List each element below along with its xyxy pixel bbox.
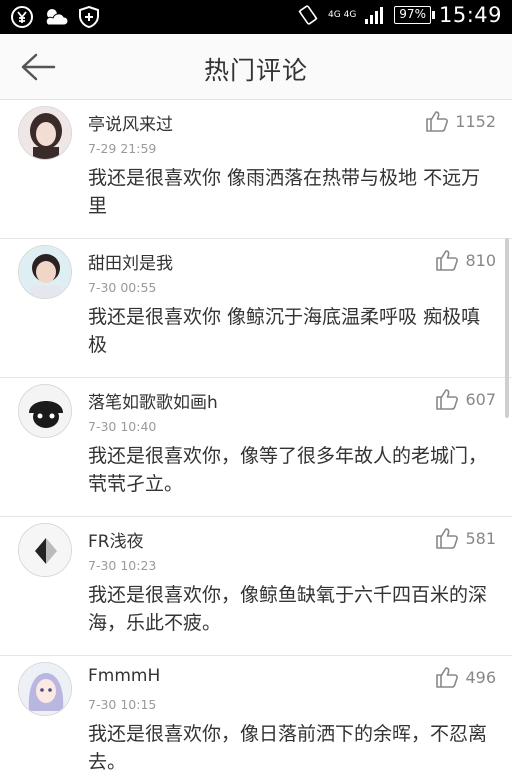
username[interactable]: FR浅夜 <box>88 527 144 552</box>
username[interactable]: 甜田刘是我 <box>88 249 173 274</box>
like-button[interactable]: 607 <box>435 388 496 410</box>
like-count: 496 <box>465 667 496 687</box>
like-count: 1152 <box>455 111 496 131</box>
thumbs-up-icon <box>436 389 459 410</box>
battery-indicator: 97% <box>394 6 435 24</box>
avatar[interactable] <box>18 384 72 438</box>
currency-icon <box>11 6 33 28</box>
comment-item: FR浅夜 7-30 10:23 581 我还是很喜欢你，像鲸鱼缺氧于六千四百米的… <box>0 517 512 656</box>
signal-icon <box>365 7 384 24</box>
like-button[interactable]: 810 <box>435 249 496 271</box>
timestamp: 7-29 21:59 <box>88 141 157 156</box>
avatar[interactable] <box>18 106 72 160</box>
comment-list: 亭说风来过 7-29 21:59 1152 我还是很喜欢你 像雨洒落在热带与极地… <box>0 100 512 780</box>
scrollbar[interactable] <box>505 238 509 418</box>
thumbs-up-icon <box>436 250 459 271</box>
username[interactable]: FmmmH <box>88 666 160 686</box>
comment-item: 落笔如歌歌如画h 7-30 10:40 607 我还是很喜欢你，像等了很多年故人… <box>0 378 512 517</box>
like-count: 810 <box>465 250 496 270</box>
app-header: 热门评论 <box>0 34 512 100</box>
status-icons-left <box>10 5 100 29</box>
like-count: 581 <box>465 528 496 548</box>
like-count: 607 <box>465 389 496 409</box>
status-icons-right: 4G 4G 97% 15:49 <box>296 3 502 27</box>
weather-icon <box>45 9 69 26</box>
comment-text: 我还是很喜欢你，像鲸鱼缺氧于六千四百米的深海，乐此不疲。 <box>88 584 488 634</box>
like-button[interactable]: 496 <box>435 666 496 688</box>
network-label: 4G 4G <box>328 10 357 20</box>
like-button[interactable]: 581 <box>435 527 496 549</box>
clock: 15:49 <box>438 3 502 27</box>
timestamp: 7-30 10:23 <box>88 558 157 573</box>
comment-item: 亭说风来过 7-29 21:59 1152 我还是很喜欢你 像雨洒落在热带与极地… <box>0 100 512 239</box>
comment-item: FmmmH 7-30 10:15 496 我还是很喜欢你，像日落前洒下的余晖，不… <box>0 656 512 780</box>
vibrate-icon <box>298 5 318 25</box>
shield-icon <box>79 5 99 29</box>
thumbs-up-icon <box>436 528 459 549</box>
page-title: 热门评论 <box>203 56 308 85</box>
comment-text: 我还是很喜欢你，像等了很多年故人的老城门，茕茕孑立。 <box>88 445 488 495</box>
comment-item: 甜田刘是我 7-30 00:55 810 我还是很喜欢你 像鲸沉于海底温柔呼吸 … <box>0 239 512 378</box>
timestamp: 7-30 10:15 <box>88 697 157 712</box>
timestamp: 7-30 10:40 <box>88 419 157 434</box>
like-button[interactable]: 1152 <box>425 110 496 132</box>
status-bar: 4G 4G 97% 15:49 <box>0 0 512 34</box>
avatar[interactable] <box>18 245 72 299</box>
thumbs-up-icon <box>426 111 449 132</box>
timestamp: 7-30 00:55 <box>88 280 157 295</box>
comment-text: 我还是很喜欢你 像鲸沉于海底温柔呼吸 痴极嗔极 <box>88 306 481 356</box>
avatar[interactable] <box>18 662 72 716</box>
avatar[interactable] <box>18 523 72 577</box>
comment-text: 我还是很喜欢你，像日落前洒下的余晖，不忍离去。 <box>88 723 488 773</box>
username[interactable]: 亭说风来过 <box>88 110 173 135</box>
comment-text: 我还是很喜欢你 像雨洒落在热带与极地 不远万里 <box>88 167 481 217</box>
thumbs-up-icon <box>436 667 459 688</box>
username[interactable]: 落笔如歌歌如画h <box>88 388 218 413</box>
